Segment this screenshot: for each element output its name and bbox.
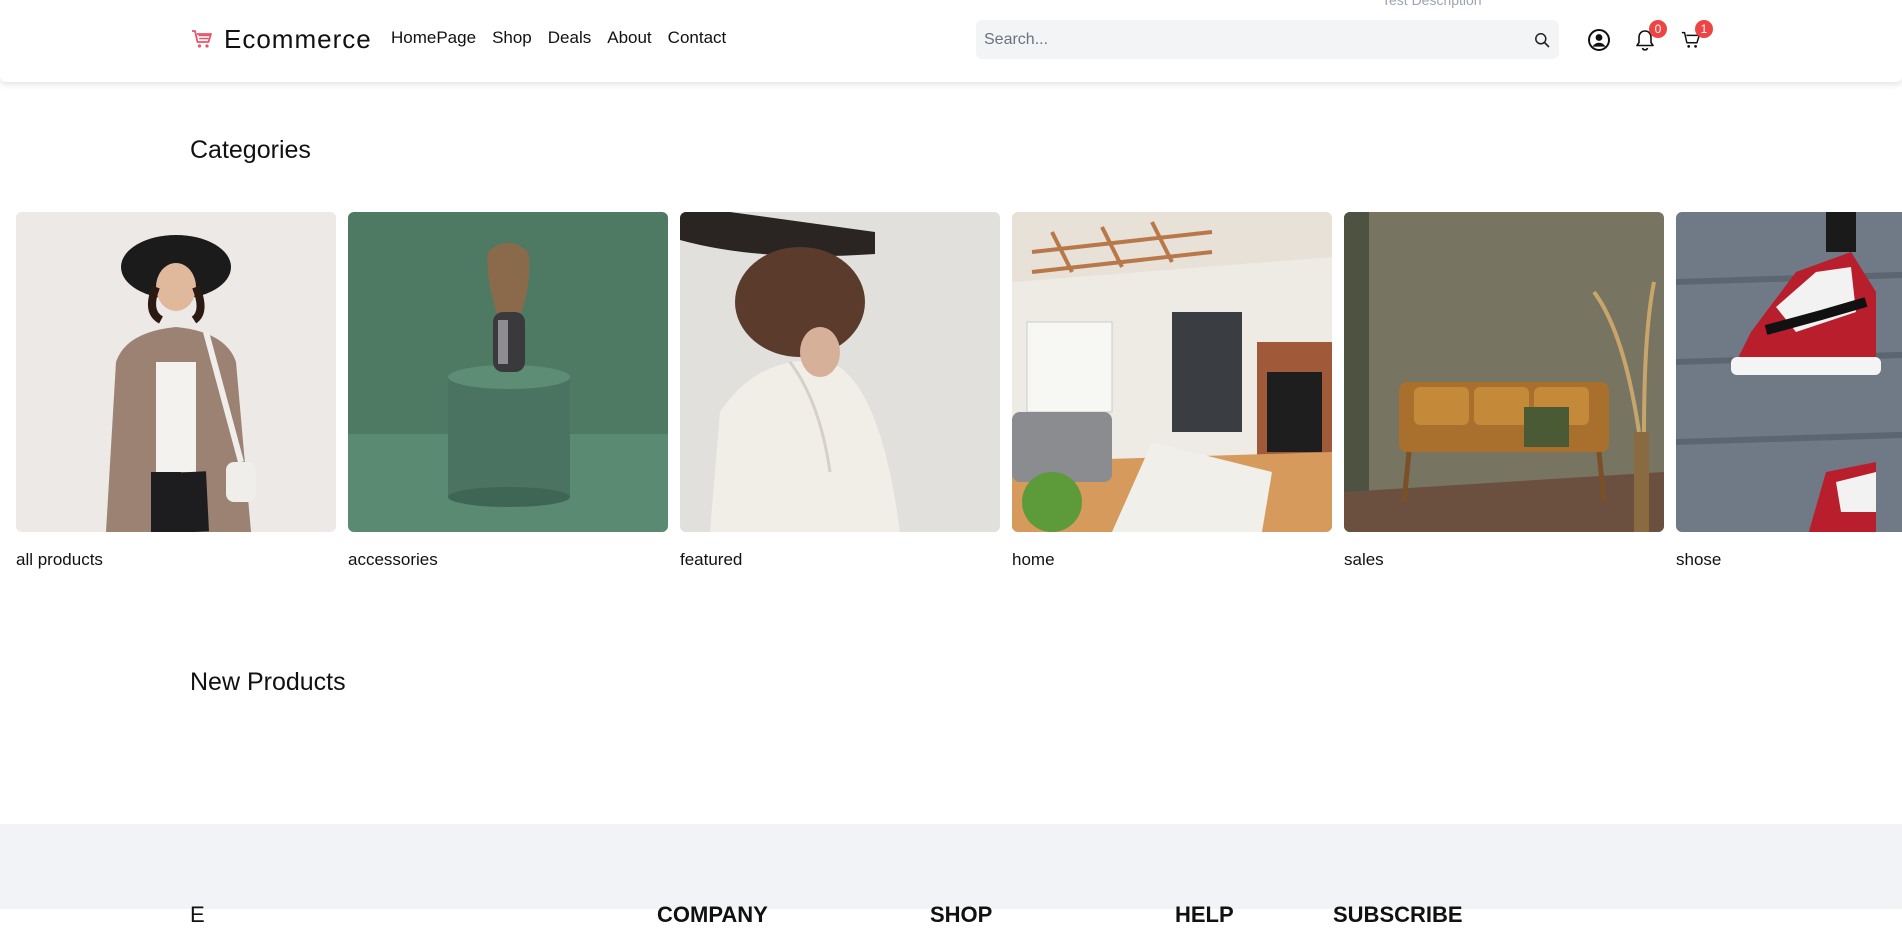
category-label: featured bbox=[680, 550, 743, 569]
categories-carousel: all products accessories featured home s… bbox=[16, 212, 1902, 570]
cart-button[interactable]: 1 bbox=[1678, 20, 1713, 53]
header-overflow-text: Test Description bbox=[1382, 0, 1482, 8]
cart-logo-icon bbox=[192, 30, 212, 48]
search-button[interactable] bbox=[1525, 23, 1559, 57]
new-products-heading: New Products bbox=[190, 668, 346, 696]
categories-heading: Categories bbox=[190, 136, 311, 164]
nav-link-shop[interactable]: Shop bbox=[492, 28, 532, 48]
nav-link-contact[interactable]: Contact bbox=[668, 28, 727, 48]
user-circle-icon bbox=[1588, 29, 1610, 51]
nav-link-about[interactable]: About bbox=[607, 28, 651, 48]
category-label: home bbox=[1012, 550, 1055, 569]
cart-count-badge: 1 bbox=[1695, 20, 1713, 38]
footer-brand: E bbox=[190, 902, 205, 927]
footer-heading-company: COMPANY bbox=[657, 902, 768, 927]
search-bar bbox=[976, 20, 1559, 59]
category-label: shose bbox=[1676, 550, 1722, 569]
category-card-shose[interactable]: shose bbox=[1676, 212, 1902, 570]
category-label: accessories bbox=[348, 550, 438, 569]
category-image bbox=[1012, 212, 1332, 532]
search-input[interactable] bbox=[976, 29, 1525, 50]
category-image bbox=[680, 212, 1000, 532]
footer-heading-help: HELP bbox=[1175, 902, 1234, 927]
site-footer: E COMPANY SHOP HELP SUBSCRIBE bbox=[0, 824, 1902, 927]
notifications-button[interactable]: 0 bbox=[1632, 20, 1667, 53]
site-header: Test Description Ecommerce HomePage Shop… bbox=[0, 0, 1902, 82]
account-button[interactable] bbox=[1586, 27, 1612, 53]
main-nav: HomePage Shop Deals About Contact bbox=[391, 28, 726, 48]
footer-heading-subscribe: SUBSCRIBE bbox=[1333, 902, 1463, 927]
category-image bbox=[1676, 212, 1902, 532]
category-card-all-products[interactable]: all products bbox=[16, 212, 336, 570]
search-icon bbox=[1535, 32, 1550, 47]
category-card-sales[interactable]: sales bbox=[1344, 212, 1664, 570]
notification-count-badge: 0 bbox=[1649, 20, 1667, 38]
category-card-accessories[interactable]: accessories bbox=[348, 212, 668, 570]
nav-link-homepage[interactable]: HomePage bbox=[391, 28, 476, 48]
category-card-featured[interactable]: featured bbox=[680, 212, 1000, 570]
category-image bbox=[1344, 212, 1664, 532]
category-label: all products bbox=[16, 550, 103, 569]
category-label: sales bbox=[1344, 550, 1384, 569]
footer-heading-shop: SHOP bbox=[930, 902, 993, 927]
brand-logo[interactable]: Ecommerce bbox=[190, 22, 372, 56]
nav-link-deals[interactable]: Deals bbox=[548, 28, 591, 48]
category-image bbox=[16, 212, 336, 532]
category-card-home[interactable]: home bbox=[1012, 212, 1332, 570]
brand-name: Ecommerce bbox=[224, 23, 372, 54]
category-image bbox=[348, 212, 668, 532]
